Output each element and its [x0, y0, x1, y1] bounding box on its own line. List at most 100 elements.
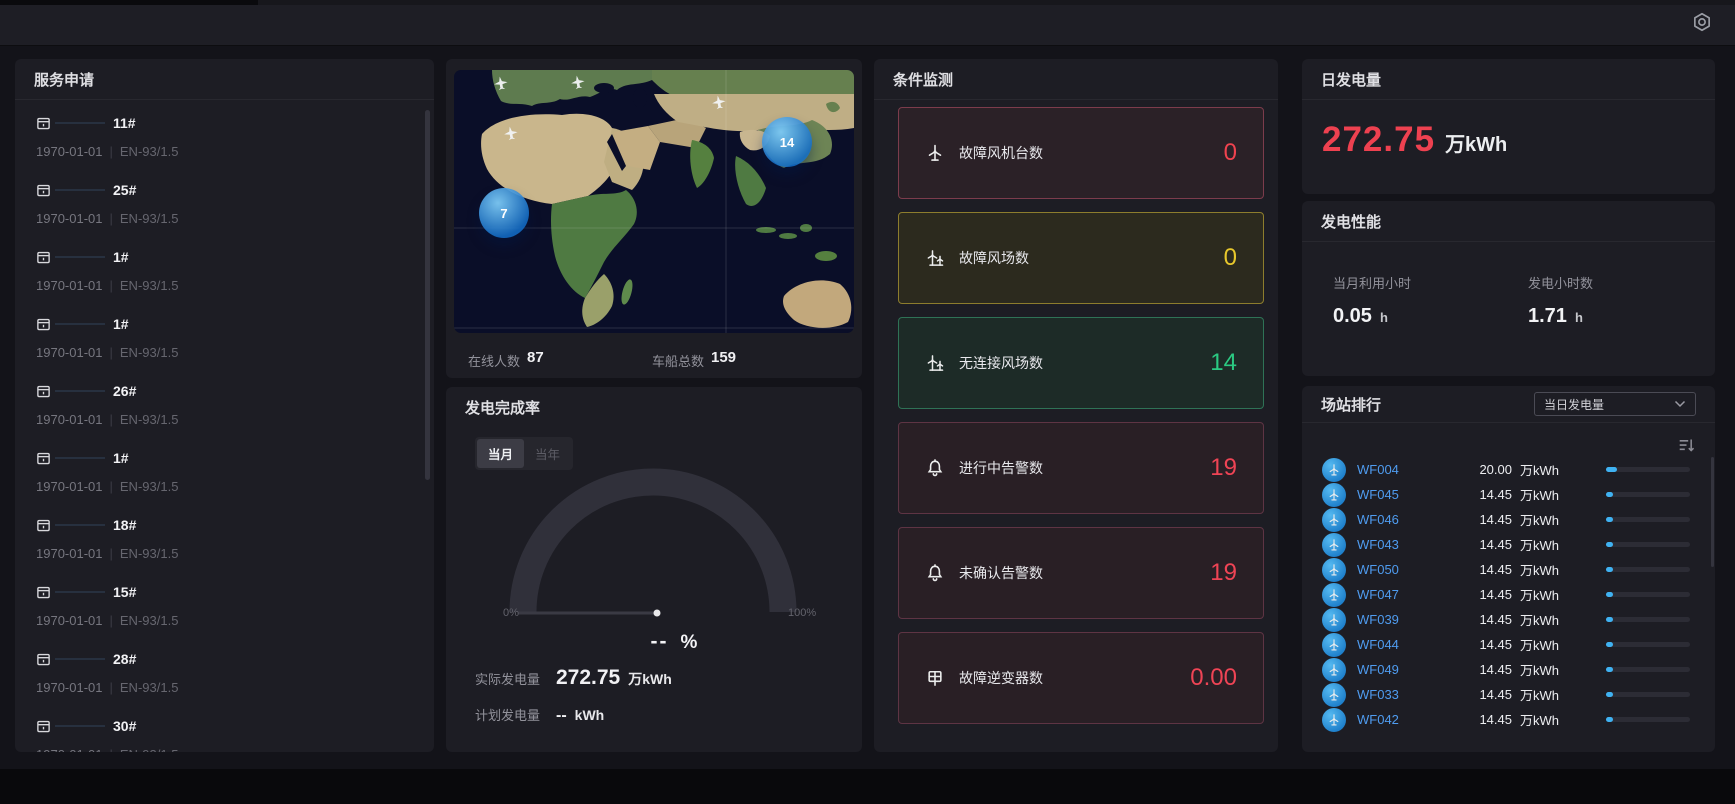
perf-panel-title: 发电性能 [1321, 211, 1381, 232]
service-item-title-row: 25# [36, 182, 424, 198]
station-name-link[interactable]: WF050 [1357, 562, 1452, 577]
calendar-icon [36, 250, 51, 265]
station-name-link[interactable]: WF043 [1357, 537, 1452, 552]
ranking-row[interactable]: WF04214.45万kWh [1302, 707, 1715, 732]
service-list-item[interactable]: 25#1970-01-01|EN-93/1.5 [15, 167, 424, 234]
progress-track [1606, 517, 1690, 522]
world-map[interactable]: 7 14 [454, 70, 854, 333]
gauge-max-label: 100% [788, 607, 816, 619]
calendar-icon [36, 116, 51, 131]
separator: | [110, 479, 113, 494]
condition-card[interactable]: 故障风场数0 [898, 212, 1264, 304]
ranking-row[interactable]: WF00420.00万kWh [1302, 457, 1715, 482]
condition-card[interactable]: 故障逆变器数0.00 [898, 632, 1264, 724]
sort-descending-icon[interactable] [1678, 437, 1695, 454]
service-item-model: EN-93/1.5 [120, 144, 179, 159]
condition-card[interactable]: 未确认告警数19 [898, 527, 1264, 619]
ranking-panel-header: 场站排行 当日发电量 [1302, 386, 1715, 423]
ranking-row[interactable]: WF03314.45万kWh [1302, 682, 1715, 707]
ranking-row[interactable]: WF04914.45万kWh [1302, 657, 1715, 682]
progress-track [1606, 542, 1690, 547]
condition-card[interactable]: 无连接风场数14 [898, 317, 1264, 409]
service-item-code: 26# [113, 383, 136, 399]
placeholder-line [55, 122, 105, 124]
plane-icon[interactable] [568, 73, 589, 94]
service-item-title-row: 18# [36, 517, 424, 533]
ranking-row[interactable]: WF03914.45万kWh [1302, 607, 1715, 632]
service-list-item[interactable]: 18#1970-01-01|EN-93/1.5 [15, 502, 424, 569]
plane-icon[interactable] [501, 124, 522, 145]
station-value-unit: 万kWh [1520, 560, 1572, 579]
progress-fill [1606, 542, 1613, 547]
progress-fill [1606, 492, 1613, 497]
service-item-date: 1970-01-01 [36, 479, 103, 494]
completion-rate-panel: 发电完成率 当月 当年 0% 100% --% 实际发电量 272.75 万kW… [446, 387, 862, 752]
plane-icon[interactable] [709, 93, 730, 114]
actual-generation-row: 实际发电量 272.75 万kWh [475, 666, 672, 690]
station-name-link[interactable]: WF045 [1357, 487, 1452, 502]
station-name-link[interactable]: WF049 [1357, 662, 1452, 677]
ranking-row[interactable]: WF04714.45 万kWh [1302, 582, 1715, 607]
wind-farm-badge-icon [1322, 558, 1346, 582]
station-name-link[interactable]: WF039 [1357, 612, 1452, 627]
service-item-meta-row: 1970-01-01|EN-93/1.5 [36, 479, 424, 494]
daily-panel-header: 日发电量 [1302, 59, 1715, 100]
service-list-item[interactable]: 1#1970-01-01|EN-93/1.5 [15, 234, 424, 301]
wind-farm-icon [925, 248, 945, 268]
world-map-panel: 7 14 在线人数 87 车船总数 159 [446, 59, 862, 378]
progress-track [1606, 667, 1690, 672]
completion-panel-header: 发电完成率 [446, 387, 862, 428]
separator: | [110, 546, 113, 561]
service-panel-title: 服务申请 [34, 69, 94, 90]
ranking-row[interactable]: WF04414.45万kWh [1302, 632, 1715, 657]
station-value-unit: 万kWh [1520, 535, 1572, 554]
ranking-metric-dropdown[interactable]: 当日发电量 [1534, 392, 1696, 416]
map-footer-stats: 在线人数 87 车船总数 159 [446, 348, 862, 368]
settings-gear-icon[interactable] [1691, 11, 1713, 33]
service-list-scrollbar[interactable] [425, 110, 430, 480]
service-item-date: 1970-01-01 [36, 211, 103, 226]
ranking-row[interactable]: WF04314.45万kWh [1302, 532, 1715, 557]
service-item-meta-row: 1970-01-01|EN-93/1.5 [36, 680, 424, 695]
station-value: 14.45 [1452, 587, 1512, 602]
separator: | [110, 278, 113, 293]
service-list-item[interactable]: 26#1970-01-01|EN-93/1.5 [15, 368, 424, 435]
ranking-list-scrollbar[interactable] [1711, 457, 1714, 567]
generation-hours-unit: h [1575, 310, 1583, 325]
condition-card[interactable]: 故障风机台数0 [898, 107, 1264, 199]
station-name-link[interactable]: WF046 [1357, 512, 1452, 527]
map-cluster-marker[interactable]: 7 [479, 188, 529, 238]
tab-current-month[interactable]: 当月 [477, 439, 524, 468]
ranking-row[interactable]: WF04514.45万kWh [1302, 482, 1715, 507]
condition-card[interactable]: 进行中告警数19 [898, 422, 1264, 514]
service-list-item[interactable]: 30#1970-01-01|EN-93/1.5 [15, 703, 424, 752]
plane-icon[interactable] [491, 74, 512, 95]
ranking-row[interactable]: WF04614.45万kWh [1302, 507, 1715, 532]
station-name-link[interactable]: WF044 [1357, 637, 1452, 652]
service-list-item[interactable]: 1#1970-01-01|EN-93/1.5 [15, 435, 424, 502]
service-item-date: 1970-01-01 [36, 278, 103, 293]
actual-generation-unit: 万kWh [628, 669, 672, 689]
condition-panel-header: 条件监测 [874, 59, 1278, 100]
station-name-link[interactable]: WF047 [1357, 587, 1452, 602]
service-list-item[interactable]: 15#1970-01-01|EN-93/1.5 [15, 569, 424, 636]
station-name-link[interactable]: WF042 [1357, 712, 1452, 727]
map-cluster-marker[interactable]: 14 [762, 117, 812, 167]
service-list-item[interactable]: 11#1970-01-01|EN-93/1.5 [15, 100, 424, 167]
service-request-list: 11#1970-01-01|EN-93/1.525#1970-01-01|EN-… [15, 100, 424, 752]
condition-card-label: 故障风机台数 [959, 143, 1043, 163]
tab-current-year[interactable]: 当年 [524, 439, 571, 468]
station-value-unit: 万kWh [1520, 710, 1572, 729]
condition-card-label: 进行中告警数 [959, 458, 1043, 478]
actual-generation-value: 272.75 [556, 666, 620, 690]
station-name-link[interactable]: WF033 [1357, 687, 1452, 702]
ranking-row[interactable]: WF05014.45万kWh [1302, 557, 1715, 582]
station-ranking-panel: 场站排行 当日发电量 WF00420.00万kWhWF04514.45万kWhW… [1302, 386, 1715, 752]
station-value-unit: 万kWh [1520, 585, 1572, 604]
station-name-link[interactable]: WF004 [1357, 462, 1452, 477]
service-list-item[interactable]: 28#1970-01-01|EN-93/1.5 [15, 636, 424, 703]
service-list-item[interactable]: 1#1970-01-01|EN-93/1.5 [15, 301, 424, 368]
service-item-date: 1970-01-01 [36, 345, 103, 360]
service-item-code: 1# [113, 450, 129, 466]
service-item-date: 1970-01-01 [36, 613, 103, 628]
